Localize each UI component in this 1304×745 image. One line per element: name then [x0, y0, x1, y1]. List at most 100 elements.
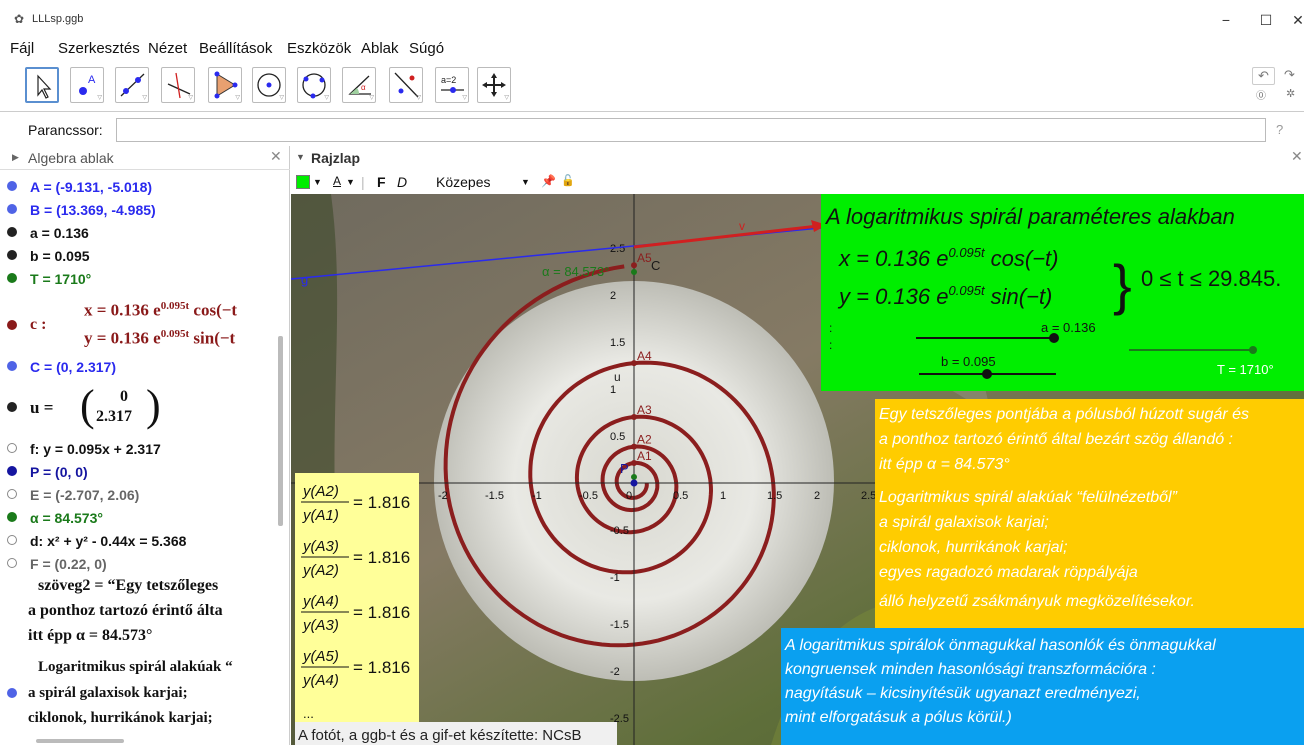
algebra-horizontal-scrollbar[interactable] — [36, 739, 124, 743]
chevron-down-icon[interactable]: ▼ — [521, 177, 530, 187]
algebra-vertical-scrollbar[interactable] — [278, 336, 283, 526]
minimize-button[interactable]: − — [1206, 8, 1246, 32]
help-icon[interactable]: ⓪ — [1256, 87, 1266, 102]
algebra-row-F[interactable]: F = (0.22, 0) — [0, 553, 286, 575]
algebra-row-P[interactable]: P = (0, 0) — [0, 461, 286, 483]
menu-settings[interactable]: Beállítások — [199, 38, 272, 57]
visibility-toggle[interactable] — [7, 466, 17, 476]
y-tick-label: -1 — [610, 572, 620, 584]
undo-icon[interactable]: ↶ — [1252, 67, 1275, 85]
menu-view[interactable]: Nézet — [148, 38, 187, 57]
algebra-row-C[interactable]: C = (0, 2.317) — [0, 356, 286, 378]
close-algebra-view-icon[interactable]: ✕ — [270, 148, 282, 165]
close-button[interactable]: ✕ — [1278, 8, 1304, 32]
ratio-value: = 1.816 — [353, 603, 410, 622]
gear-icon[interactable]: ✲ — [1286, 87, 1295, 100]
angle-tool[interactable]: α ▽ — [342, 67, 376, 103]
chevron-down-icon[interactable]: ▼ — [346, 177, 355, 187]
visibility-toggle[interactable] — [7, 273, 17, 283]
move-view-tool[interactable]: ▽ — [477, 67, 511, 103]
algebra-row-text: b = 0.095 — [30, 248, 90, 264]
circle-tool[interactable]: ▽ — [252, 67, 286, 103]
x-tick-label: -1 — [532, 490, 542, 502]
drawing-canvas[interactable]: -2 -1.5 -1 -0.5 0 0.5 1 1.5 2 2.5 2.5 2 1.5 1 0.5 -0.5… — [291, 194, 1304, 745]
y-tick-label: 2.5 — [610, 243, 625, 255]
bold-toggle[interactable]: F — [377, 174, 386, 190]
algebra-row-vector-u[interactable]: u = ( 0 2.317 ) — [0, 382, 286, 434]
algebra-row-text3[interactable]: Logaritmikus spirál alakúak “ — [0, 656, 286, 680]
slider-T-handle[interactable] — [1249, 346, 1257, 354]
visibility-toggle[interactable] — [7, 688, 17, 698]
algebra-row-b[interactable]: b = 0.095 — [0, 245, 286, 267]
y-tick-label: -0.5 — [610, 525, 629, 537]
algebra-row-f[interactable]: f: y = 0.095x + 2.317 — [0, 438, 286, 460]
lock-icon[interactable]: 🔓 — [561, 174, 575, 187]
menu-edit[interactable]: Szerkesztés — [58, 38, 140, 57]
pole-point-P[interactable] — [630, 479, 638, 487]
visibility-toggle[interactable] — [7, 361, 17, 371]
color-swatch[interactable] — [296, 175, 310, 189]
point-E-marker[interactable] — [631, 474, 637, 480]
visibility-toggle[interactable] — [7, 204, 17, 214]
command-input[interactable] — [116, 118, 1266, 142]
text-size-select[interactable]: Közepes — [436, 174, 490, 190]
x-tick-label: -2 — [438, 490, 448, 502]
algebra-row-E[interactable]: E = (-2.707, 2.06) — [0, 484, 286, 506]
right-paren-icon: ) — [146, 382, 161, 430]
algebra-row-text2-line3: itt épp α = 84.573° — [0, 624, 286, 648]
pin-icon[interactable]: 📌 — [541, 174, 556, 188]
input-help-icon[interactable]: ? — [1276, 122, 1283, 137]
menu-file[interactable]: Fájl — [10, 38, 34, 57]
curve-label: c : — [30, 316, 47, 333]
point-C[interactable] — [631, 269, 637, 275]
yellow-ratio-box: y(A2) y(A1) = 1.816 y(A3) y(A2) = 1.816 y(A4) y… — [295, 473, 419, 724]
ratio-ellipsis: ... — [303, 706, 314, 721]
polygon-tool[interactable]: ▽ — [208, 67, 242, 103]
circle-three-points-tool[interactable]: ▽ — [297, 67, 331, 103]
close-graphics-view-icon[interactable]: ✕ — [1291, 148, 1303, 165]
algebra-row-curve-c[interactable]: c : x = 0.136 e0.095t cos(−t y = 0.136 e… — [0, 296, 286, 352]
menu-help[interactable]: Súgó — [409, 38, 444, 57]
collapse-triangle-icon[interactable]: ▶ — [12, 152, 19, 163]
drawing-svg[interactable]: -2 -1.5 -1 -0.5 0 0.5 1 1.5 2 2.5 2.5 2 1.5 1 0.5 -0.5… — [291, 194, 1304, 745]
menu-tools[interactable]: Eszközök — [287, 38, 351, 57]
visibility-toggle[interactable] — [7, 535, 17, 545]
point-tool[interactable]: A ▽ — [70, 67, 104, 103]
line-tool[interactable]: ▽ — [115, 67, 149, 103]
move-tool[interactable] — [25, 67, 59, 103]
algebra-row-d[interactable]: d: x² + y² - 0.44x = 5.368 — [0, 530, 286, 552]
y-tick-label: 1.5 — [610, 337, 625, 349]
collapse-triangle-icon[interactable]: ▼ — [296, 152, 305, 162]
slider-tool[interactable]: a=2 ▽ — [435, 67, 469, 103]
italic-toggle[interactable]: D — [397, 174, 407, 190]
curve-y-trig: sin(−t — [193, 328, 236, 348]
visibility-toggle[interactable] — [7, 443, 17, 453]
visibility-toggle[interactable] — [7, 181, 17, 191]
title-bar: ✿ LLLsp.ggb − ☐ ✕ — [0, 0, 1304, 38]
visibility-toggle[interactable] — [7, 489, 17, 499]
algebra-row-B[interactable]: B = (13.369, -4.985) — [0, 199, 286, 221]
visibility-toggle[interactable] — [7, 250, 17, 260]
menu-window[interactable]: Ablak — [361, 38, 399, 57]
algebra-row-text2[interactable]: szöveg2 = “Egy tetszőleges — [0, 574, 286, 598]
visibility-toggle[interactable] — [7, 402, 17, 412]
visibility-toggle[interactable] — [7, 558, 17, 568]
visibility-toggle[interactable] — [7, 227, 17, 237]
formula-y-trig: sin(−t) — [991, 284, 1053, 309]
chevron-down-icon[interactable]: ▼ — [313, 177, 322, 187]
text-color-icon[interactable]: A — [333, 174, 341, 188]
ratio-numerator: y(A3) — [302, 538, 339, 555]
algebra-row-alpha[interactable]: α = 84.573° — [0, 507, 286, 529]
algebra-row-a[interactable]: a = 0.136 — [0, 222, 286, 244]
visibility-toggle[interactable] — [7, 320, 17, 330]
curve-y-text: y = 0.136 e — [84, 328, 161, 348]
visibility-toggle[interactable] — [7, 512, 17, 522]
redo-icon[interactable]: ↷ — [1284, 67, 1295, 83]
perpendicular-tool[interactable]: ▽ — [161, 67, 195, 103]
algebra-row-A[interactable]: A = (-9.131, -5.018) — [0, 176, 286, 198]
slider-b-handle[interactable] — [982, 369, 992, 379]
reflect-tool[interactable]: ▽ — [389, 67, 423, 103]
angle-alpha-label: α = 84.573° — [542, 264, 609, 279]
algebra-row-T[interactable]: T = 1710° — [0, 268, 286, 290]
curve-x-trig: cos(−t — [193, 300, 238, 320]
